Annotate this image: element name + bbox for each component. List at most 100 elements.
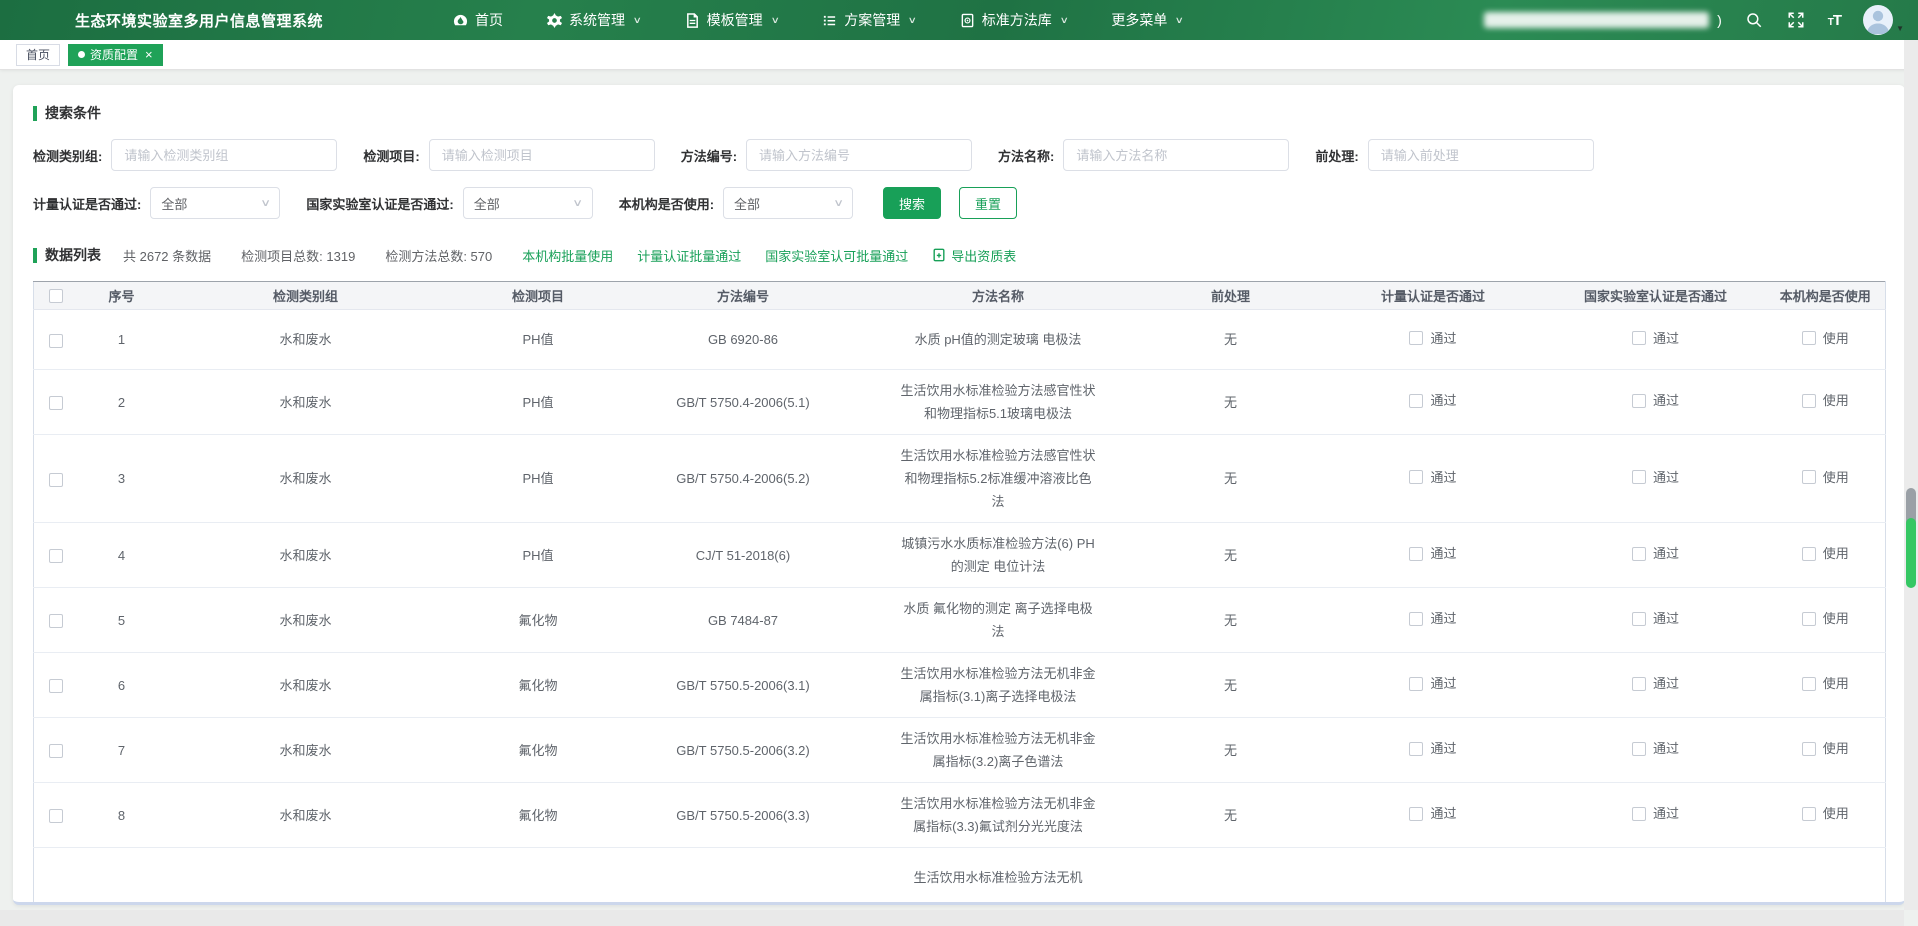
menu-item-5[interactable]: 标准方法库∨ [960, 10, 1068, 30]
org-use-checkbox[interactable] [1802, 394, 1816, 408]
national-lab-pass-checkbox[interactable] [1632, 470, 1646, 484]
row-checkbox[interactable] [49, 334, 63, 348]
metrology-pass-checkbox[interactable] [1409, 470, 1423, 484]
org-use-checkbox[interactable] [1802, 470, 1816, 484]
national-lab-pass-checkbox[interactable] [1632, 612, 1646, 626]
national-lab-pass-checkbox[interactable] [1632, 331, 1646, 345]
row-checkbox[interactable] [49, 679, 63, 693]
national-lab-pass-group: 通过 [1632, 607, 1679, 630]
pretreatment-cell: 无 [1141, 718, 1321, 783]
close-icon[interactable]: × [145, 48, 153, 61]
action-link-1[interactable]: 本机构批量使用 [522, 249, 613, 264]
org-use-checkbox[interactable] [1802, 612, 1816, 626]
field-input[interactable] [1368, 139, 1594, 171]
select-all-checkbox[interactable] [49, 289, 63, 303]
export-link[interactable]: 导出资质表 [932, 246, 1016, 265]
user-menu[interactable]: ▼ [1863, 5, 1904, 35]
metrology-pass-checkbox[interactable] [1409, 677, 1423, 691]
scrollbar-thumb-green[interactable] [1906, 518, 1916, 588]
national-lab-pass-checkbox[interactable] [1632, 547, 1646, 561]
org-use-checkbox[interactable] [1802, 547, 1816, 561]
metrology-pass-group: 通过 [1409, 466, 1456, 489]
row-checkbox[interactable] [49, 809, 63, 823]
field-input[interactable] [111, 139, 337, 171]
table-row[interactable]: 2水和废水PH值GB/T 5750.4-2006(5.1)生活饮用水标准检验方法… [34, 370, 1886, 435]
table-row[interactable]: 8水和废水氟化物GB/T 5750.5-2006(3.3)生活饮用水标准检验方法… [34, 783, 1886, 848]
search-selects-row: 计量认证是否通过:全部∨国家实验室认证是否通过:全部∨本机构是否使用:全部∨搜索… [33, 187, 1885, 219]
row-checkbox[interactable] [49, 473, 63, 487]
action-link-2[interactable]: 计量认证批量通过 [637, 249, 741, 264]
metrology-pass-checkbox[interactable] [1409, 612, 1423, 626]
national-lab-pass-checkbox[interactable] [1632, 394, 1646, 408]
org-use-checkbox[interactable] [1802, 677, 1816, 691]
pretreatment-cell: 无 [1141, 310, 1321, 370]
table-row[interactable]: 1水和废水PH值GB 6920-86水质 pH值的测定玻璃 电极法无通过通过使用 [34, 310, 1886, 370]
select-box[interactable]: 全部∨ [150, 187, 280, 219]
table-row[interactable]: 7水和废水氟化物GB/T 5750.5-2006(3.2)生活饮用水标准检验方法… [34, 718, 1886, 783]
fullscreen-icon[interactable] [1786, 10, 1806, 30]
metrology-pass-checkbox[interactable] [1409, 742, 1423, 756]
national-lab-pass-cell: 通过 [1546, 435, 1766, 523]
org-use-cell: 使用 [1766, 310, 1886, 370]
org-use-cell: 使用 [1766, 523, 1886, 588]
row-checkbox[interactable] [49, 549, 63, 563]
tab-2[interactable]: 资质配置× [68, 44, 163, 66]
method-name-cell: 生活饮用水标准检验方法无机 [856, 848, 1141, 906]
select-box[interactable]: 全部∨ [723, 187, 853, 219]
field-input[interactable] [1063, 139, 1289, 171]
org-use-group: 使用 [1802, 802, 1849, 825]
metrology-pass-checkbox[interactable] [1409, 394, 1423, 408]
org-use-checkbox[interactable] [1802, 742, 1816, 756]
table-row[interactable]: 6水和废水氟化物GB/T 5750.5-2006(3.1)生活饮用水标准检验方法… [34, 653, 1886, 718]
search-inputs-row: 检测类别组:检测项目:方法编号:方法名称:前处理: [33, 139, 1885, 171]
menu-item-1[interactable]: 首页 [453, 10, 503, 30]
table-row-partial[interactable]: 生活饮用水标准检验方法无机 [34, 848, 1886, 906]
search-icon[interactable] [1744, 10, 1764, 30]
template-icon [685, 13, 700, 28]
font-size-icon[interactable]: TT [1828, 12, 1841, 29]
method-name-cell: 生活饮用水标准检验方法感官性状和物理指标5.1玻璃电极法 [856, 370, 1141, 435]
menu-item-6[interactable]: 更多菜单∨ [1111, 10, 1183, 30]
org-use-label: 使用 [1823, 389, 1849, 412]
national-lab-pass-checkbox[interactable] [1632, 677, 1646, 691]
test-item-cell: PH值 [446, 370, 631, 435]
method-name-cell: 生活饮用水标准检验方法感官性状和物理指标5.2标准缓冲溶液比色法 [856, 435, 1141, 523]
reset-button[interactable]: 重置 [959, 187, 1017, 219]
metrology-pass-checkbox[interactable] [1409, 547, 1423, 561]
vertical-scrollbar[interactable] [1904, 40, 1918, 910]
table-row[interactable]: 5水和废水氟化物GB 7484-87水质 氟化物的测定 离子选择电极法无通过通过… [34, 588, 1886, 653]
field-input[interactable] [746, 139, 972, 171]
stats-slot: 检测项目总数: 1319检测方法总数: 570 [241, 246, 522, 265]
menu-item-3[interactable]: 模板管理∨ [685, 10, 779, 30]
book-icon [960, 13, 975, 28]
search-section-title: 搜索条件 [33, 103, 1885, 123]
table-row[interactable]: 4水和废水PH值CJ/T 51-2018(6)城镇污水水质标准检验方法(6) P… [34, 523, 1886, 588]
metrology-pass-group: 通过 [1409, 802, 1456, 825]
actions-slot: 本机构批量使用 计量认证批量通过 国家实验室认可批量通过 [522, 246, 932, 265]
menu-label: 标准方法库 [982, 10, 1052, 30]
menu-item-4[interactable]: 方案管理∨ [822, 10, 916, 30]
select-box[interactable]: 全部∨ [463, 187, 593, 219]
select-label: 国家实验室认证是否通过: [306, 194, 453, 213]
search-button[interactable]: 搜索 [883, 187, 941, 219]
national-lab-pass-checkbox[interactable] [1632, 807, 1646, 821]
org-use-checkbox[interactable] [1802, 807, 1816, 821]
metrology-pass-checkbox[interactable] [1409, 331, 1423, 345]
chevron-down-icon: ∨ [908, 15, 917, 26]
row-checkbox[interactable] [49, 614, 63, 628]
empty-cell [78, 848, 166, 906]
national-lab-pass-checkbox[interactable] [1632, 742, 1646, 756]
menu-item-2[interactable]: 系统管理∨ [547, 10, 641, 30]
tab-1[interactable]: 首页 [16, 44, 60, 66]
metrology-pass-checkbox[interactable] [1409, 807, 1423, 821]
table-row[interactable]: 3水和废水PH值GB/T 5750.4-2006(5.2)生活饮用水标准检验方法… [34, 435, 1886, 523]
test-item-cell: PH值 [446, 435, 631, 523]
action-link-3[interactable]: 国家实验室认可批量通过 [765, 249, 908, 264]
field-input[interactable] [429, 139, 655, 171]
org-use-checkbox[interactable] [1802, 331, 1816, 345]
row-checkbox[interactable] [49, 744, 63, 758]
row-checkbox[interactable] [49, 396, 63, 410]
horizontal-scrollbar[interactable] [0, 910, 1904, 926]
avatar[interactable] [1863, 5, 1893, 35]
org-use-cell: 使用 [1766, 653, 1886, 718]
